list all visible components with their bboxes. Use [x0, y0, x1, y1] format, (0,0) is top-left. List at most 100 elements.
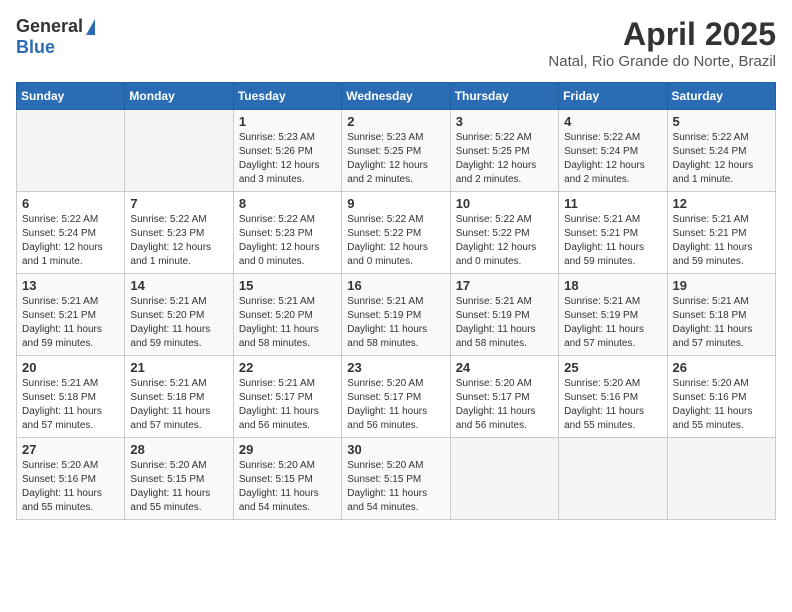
calendar-weekday-wednesday: Wednesday	[342, 83, 450, 110]
day-info: Sunrise: 5:20 AM Sunset: 5:16 PM Dayligh…	[673, 377, 770, 433]
day-number: 9	[347, 196, 444, 211]
day-info: Sunrise: 5:21 AM Sunset: 5:21 PM Dayligh…	[673, 213, 770, 269]
calendar-cell	[450, 438, 558, 520]
day-info: Sunrise: 5:20 AM Sunset: 5:15 PM Dayligh…	[130, 459, 227, 515]
calendar-cell: 14 Sunrise: 5:21 AM Sunset: 5:20 PM Dayli…	[125, 274, 233, 356]
day-info: Sunrise: 5:20 AM Sunset: 5:17 PM Dayligh…	[456, 377, 553, 433]
calendar-weekday-saturday: Saturday	[667, 83, 775, 110]
calendar-cell: 21Sunrise: 5:21 AM Sunset: 5:18 PM Dayli…	[125, 356, 233, 438]
calendar-cell: 16 Sunrise: 5:21 AM Sunset: 5:19 PM Dayli…	[342, 274, 450, 356]
calendar-cell: 26 Sunrise: 5:20 AM Sunset: 5:16 PM Dayli…	[667, 356, 775, 438]
day-number: 20	[22, 360, 119, 375]
day-number: 29	[239, 442, 336, 457]
calendar-cell: 1Sunrise: 5:23 AM Sunset: 5:26 PM Daylig…	[233, 110, 341, 192]
day-info: Sunrise: 5:22 AM Sunset: 5:24 PM Dayligh…	[673, 131, 770, 187]
location-title: Natal, Rio Grande do Norte, Brazil	[548, 53, 776, 70]
logo-general-text: General	[16, 16, 83, 37]
day-info: Sunrise: 5:22 AM Sunset: 5:23 PM Dayligh…	[239, 213, 336, 269]
calendar-header-row: SundayMondayTuesdayWednesdayThursdayFrid…	[17, 83, 776, 110]
day-number: 14	[130, 278, 227, 293]
day-number: 13	[22, 278, 119, 293]
day-info: Sunrise: 5:22 AM Sunset: 5:22 PM Dayligh…	[456, 213, 553, 269]
calendar-cell	[125, 110, 233, 192]
day-number: 12	[673, 196, 770, 211]
day-number: 30	[347, 442, 444, 457]
day-info: Sunrise: 5:23 AM Sunset: 5:26 PM Dayligh…	[239, 131, 336, 187]
day-info: Sunrise: 5:22 AM Sunset: 5:23 PM Dayligh…	[130, 213, 227, 269]
day-info: Sunrise: 5:21 AM Sunset: 5:21 PM Dayligh…	[564, 213, 661, 269]
day-info: Sunrise: 5:20 AM Sunset: 5:16 PM Dayligh…	[22, 459, 119, 515]
calendar-cell: 5 Sunrise: 5:22 AM Sunset: 5:24 PM Daylig…	[667, 110, 775, 192]
day-number: 18	[564, 278, 661, 293]
calendar-weekday-sunday: Sunday	[17, 83, 125, 110]
calendar-cell: 20 Sunrise: 5:21 AM Sunset: 5:18 PM Dayli…	[17, 356, 125, 438]
calendar-cell: 4 Sunrise: 5:22 AM Sunset: 5:24 PM Daylig…	[559, 110, 667, 192]
day-number: 3	[456, 114, 553, 129]
calendar-cell: 6 Sunrise: 5:22 AM Sunset: 5:24 PM Daylig…	[17, 192, 125, 274]
calendar-table: SundayMondayTuesdayWednesdayThursdayFrid…	[16, 82, 776, 520]
day-info: Sunrise: 5:21 AM Sunset: 5:19 PM Dayligh…	[564, 295, 661, 351]
day-number: 22	[239, 360, 336, 375]
calendar-cell: 11Sunrise: 5:21 AM Sunset: 5:21 PM Dayli…	[559, 192, 667, 274]
day-info: Sunrise: 5:20 AM Sunset: 5:15 PM Dayligh…	[347, 459, 444, 515]
calendar-cell: 13 Sunrise: 5:21 AM Sunset: 5:21 PM Dayli…	[17, 274, 125, 356]
day-info: Sunrise: 5:21 AM Sunset: 5:20 PM Dayligh…	[239, 295, 336, 351]
logo-arrow-icon	[86, 19, 95, 35]
logo: General Blue	[16, 16, 95, 58]
day-number: 15	[239, 278, 336, 293]
day-info: Sunrise: 5:22 AM Sunset: 5:24 PM Dayligh…	[22, 213, 119, 269]
calendar-cell	[667, 438, 775, 520]
calendar-cell: 18 Sunrise: 5:21 AM Sunset: 5:19 PM Dayli…	[559, 274, 667, 356]
day-info: Sunrise: 5:20 AM Sunset: 5:15 PM Dayligh…	[239, 459, 336, 515]
calendar-cell: 8 Sunrise: 5:22 AM Sunset: 5:23 PM Daylig…	[233, 192, 341, 274]
calendar-cell: 9 Sunrise: 5:22 AM Sunset: 5:22 PM Daylig…	[342, 192, 450, 274]
day-number: 28	[130, 442, 227, 457]
day-info: Sunrise: 5:21 AM Sunset: 5:20 PM Dayligh…	[130, 295, 227, 351]
day-number: 26	[673, 360, 770, 375]
calendar-cell: 15 Sunrise: 5:21 AM Sunset: 5:20 PM Dayli…	[233, 274, 341, 356]
calendar-cell: 2Sunrise: 5:23 AM Sunset: 5:25 PM Daylig…	[342, 110, 450, 192]
calendar-weekday-friday: Friday	[559, 83, 667, 110]
day-number: 2	[347, 114, 444, 129]
month-title: April 2025	[548, 16, 776, 53]
day-info: Sunrise: 5:21 AM Sunset: 5:19 PM Dayligh…	[347, 295, 444, 351]
calendar-cell: 23Sunrise: 5:20 AM Sunset: 5:17 PM Dayli…	[342, 356, 450, 438]
calendar-weekday-monday: Monday	[125, 83, 233, 110]
day-info: Sunrise: 5:21 AM Sunset: 5:18 PM Dayligh…	[22, 377, 119, 433]
day-number: 8	[239, 196, 336, 211]
calendar-cell: 29 Sunrise: 5:20 AM Sunset: 5:15 PM Dayli…	[233, 438, 341, 520]
day-number: 4	[564, 114, 661, 129]
calendar-cell: 12 Sunrise: 5:21 AM Sunset: 5:21 PM Dayli…	[667, 192, 775, 274]
calendar-cell	[17, 110, 125, 192]
calendar-cell: 28 Sunrise: 5:20 AM Sunset: 5:15 PM Dayli…	[125, 438, 233, 520]
day-info: Sunrise: 5:22 AM Sunset: 5:25 PM Dayligh…	[456, 131, 553, 187]
calendar-week-row: 1Sunrise: 5:23 AM Sunset: 5:26 PM Daylig…	[17, 110, 776, 192]
day-number: 25	[564, 360, 661, 375]
day-info: Sunrise: 5:22 AM Sunset: 5:24 PM Dayligh…	[564, 131, 661, 187]
day-number: 17	[456, 278, 553, 293]
day-info: Sunrise: 5:21 AM Sunset: 5:17 PM Dayligh…	[239, 377, 336, 433]
day-info: Sunrise: 5:22 AM Sunset: 5:22 PM Dayligh…	[347, 213, 444, 269]
calendar-cell: 22 Sunrise: 5:21 AM Sunset: 5:17 PM Dayli…	[233, 356, 341, 438]
calendar-cell: 17 Sunrise: 5:21 AM Sunset: 5:19 PM Dayli…	[450, 274, 558, 356]
calendar-cell: 25 Sunrise: 5:20 AM Sunset: 5:16 PM Dayli…	[559, 356, 667, 438]
calendar-cell: 19Sunrise: 5:21 AM Sunset: 5:18 PM Dayli…	[667, 274, 775, 356]
calendar-cell: 7Sunrise: 5:22 AM Sunset: 5:23 PM Daylig…	[125, 192, 233, 274]
calendar-week-row: 13 Sunrise: 5:21 AM Sunset: 5:21 PM Dayli…	[17, 274, 776, 356]
day-number: 5	[673, 114, 770, 129]
calendar-cell: 24Sunrise: 5:20 AM Sunset: 5:17 PM Dayli…	[450, 356, 558, 438]
day-number: 23	[347, 360, 444, 375]
header: General Blue April 2025 Natal, Rio Grand…	[16, 16, 776, 70]
calendar-weekday-thursday: Thursday	[450, 83, 558, 110]
day-number: 6	[22, 196, 119, 211]
calendar-cell	[559, 438, 667, 520]
calendar-cell: 10Sunrise: 5:22 AM Sunset: 5:22 PM Dayli…	[450, 192, 558, 274]
calendar-weekday-tuesday: Tuesday	[233, 83, 341, 110]
day-info: Sunrise: 5:21 AM Sunset: 5:19 PM Dayligh…	[456, 295, 553, 351]
day-info: Sunrise: 5:21 AM Sunset: 5:18 PM Dayligh…	[130, 377, 227, 433]
day-info: Sunrise: 5:21 AM Sunset: 5:21 PM Dayligh…	[22, 295, 119, 351]
day-info: Sunrise: 5:20 AM Sunset: 5:16 PM Dayligh…	[564, 377, 661, 433]
day-number: 16	[347, 278, 444, 293]
calendar-cell: 3 Sunrise: 5:22 AM Sunset: 5:25 PM Daylig…	[450, 110, 558, 192]
calendar-cell: 30 Sunrise: 5:20 AM Sunset: 5:15 PM Dayli…	[342, 438, 450, 520]
